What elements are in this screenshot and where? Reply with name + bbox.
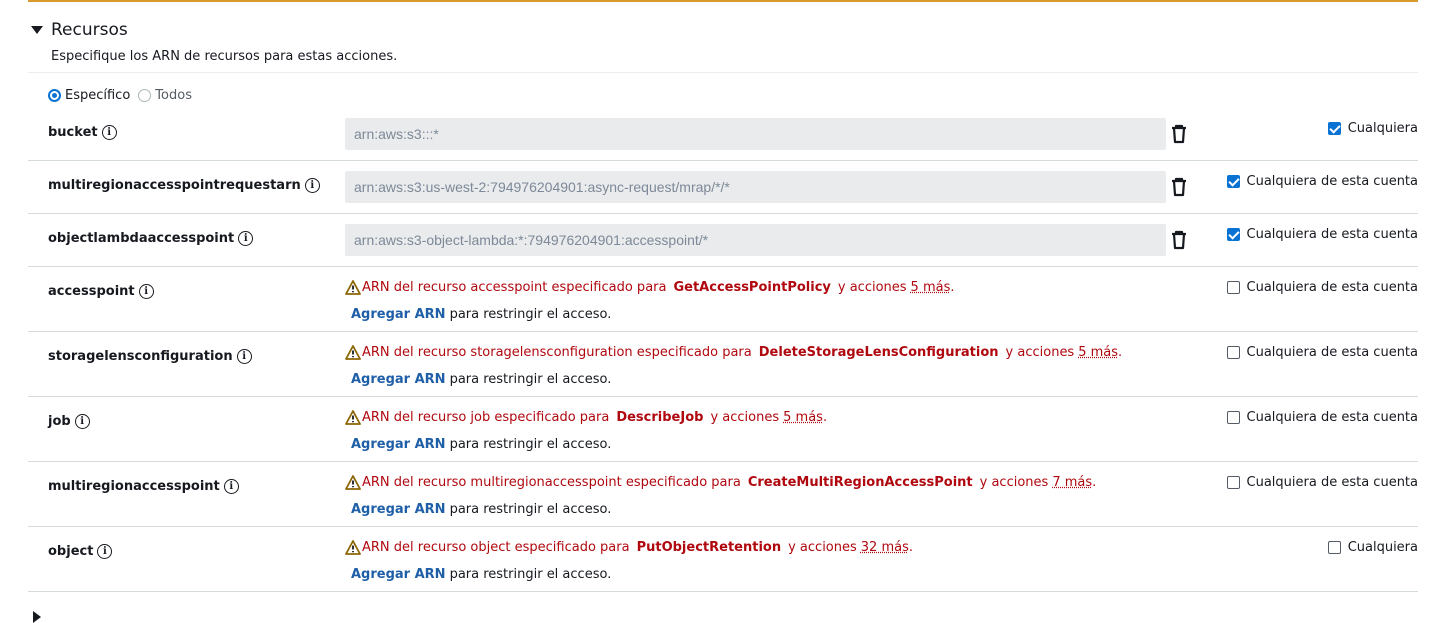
- trash-icon[interactable]: [1170, 124, 1188, 144]
- checkbox-unchecked-icon[interactable]: [1227, 281, 1240, 294]
- any-checkbox[interactable]: Cualquiera de esta cuenta: [1227, 174, 1418, 189]
- any-checkbox[interactable]: Cualquiera de esta cuenta: [1227, 410, 1418, 425]
- next-section-header[interactable]: [33, 611, 41, 623]
- resource-name: accesspoint i: [48, 284, 154, 299]
- warning-icon: [345, 540, 361, 555]
- add-arn-line: Agregar ARN para restringir el acceso.: [351, 437, 611, 452]
- add-arn-link[interactable]: Agregar ARN: [351, 437, 446, 452]
- resource-row-object: object i ARN del recurso object especifi…: [28, 527, 1418, 592]
- checkbox-unchecked-icon[interactable]: [1227, 346, 1240, 359]
- arn-input[interactable]: [345, 224, 1166, 256]
- info-icon[interactable]: i: [75, 414, 90, 429]
- resource-row-multiregionaccesspoint: multiregionaccesspoint i ARN del recurso…: [28, 462, 1418, 527]
- warning-icon: [345, 475, 361, 490]
- checkbox-unchecked-icon[interactable]: [1328, 541, 1341, 554]
- info-icon[interactable]: i: [305, 178, 320, 193]
- warning-action: DeleteStorageLensConfiguration: [759, 345, 999, 360]
- checkbox-checked-icon[interactable]: [1227, 175, 1240, 188]
- warning-message: ARN del recurso job especificado para De…: [345, 410, 827, 425]
- resource-row-multiregionaccesspointrequestarn: multiregionaccesspointrequestarn i Cualq…: [28, 161, 1418, 214]
- warning-action: CreateMultiRegionAccessPoint: [748, 475, 973, 490]
- add-arn-line: Agregar ARN para restringir el acceso.: [351, 372, 611, 387]
- warning-icon: [345, 410, 361, 425]
- radio-all[interactable]: Todos: [138, 88, 192, 103]
- any-label: Cualquiera de esta cuenta: [1247, 280, 1418, 295]
- add-arn-link[interactable]: Agregar ARN: [351, 307, 446, 322]
- arn-input[interactable]: [345, 118, 1166, 150]
- any-checkbox[interactable]: Cualquiera: [1328, 540, 1418, 555]
- caret-down-icon[interactable]: [31, 26, 43, 34]
- add-arn-line: Agregar ARN para restringir el acceso.: [351, 307, 611, 322]
- resource-row-job: job i ARN del recurso job especificado p…: [28, 397, 1418, 462]
- resource-name: bucket i: [48, 125, 117, 140]
- any-checkbox[interactable]: Cualquiera de esta cuenta: [1227, 280, 1418, 295]
- checkbox-checked-icon[interactable]: [1227, 228, 1240, 241]
- trash-icon[interactable]: [1170, 230, 1188, 250]
- add-arn-link[interactable]: Agregar ARN: [351, 502, 446, 517]
- add-arn-link[interactable]: Agregar ARN: [351, 567, 446, 582]
- warning-message: ARN del recurso object especificado para…: [345, 540, 913, 555]
- radio-unselected-icon[interactable]: [138, 89, 151, 102]
- info-icon[interactable]: i: [238, 231, 253, 246]
- resource-name: multiregionaccesspointrequestarn i: [48, 178, 320, 193]
- checkbox-unchecked-icon[interactable]: [1227, 476, 1240, 489]
- any-label: Cualquiera de esta cuenta: [1247, 475, 1418, 490]
- any-label: Cualquiera de esta cuenta: [1247, 174, 1418, 189]
- resource-row-objectlambdaaccesspoint: objectlambdaaccesspoint i Cualquiera de …: [28, 214, 1418, 267]
- section-description: Especifique los ARN de recursos para est…: [51, 49, 397, 64]
- more-actions-link[interactable]: 5 más: [783, 410, 823, 425]
- warning-message: ARN del recurso multiregionaccesspoint e…: [345, 475, 1096, 490]
- add-arn-link[interactable]: Agregar ARN: [351, 372, 446, 387]
- info-icon[interactable]: i: [237, 349, 252, 364]
- section-top-border: [28, 0, 1418, 2]
- trash-icon[interactable]: [1170, 177, 1188, 197]
- checkbox-unchecked-icon[interactable]: [1227, 411, 1240, 424]
- caret-right-icon[interactable]: [33, 611, 41, 623]
- any-label: Cualquiera de esta cuenta: [1247, 227, 1418, 242]
- resource-name: object i: [48, 544, 112, 559]
- more-actions-link[interactable]: 7 más: [1052, 475, 1092, 490]
- resource-row-accesspoint: accesspoint i ARN del recurso accesspoin…: [28, 267, 1418, 332]
- info-icon[interactable]: i: [224, 479, 239, 494]
- any-label: Cualquiera de esta cuenta: [1247, 410, 1418, 425]
- warning-message: ARN del recurso accesspoint especificado…: [345, 280, 955, 295]
- info-icon[interactable]: i: [139, 284, 154, 299]
- warning-message: ARN del recurso storagelensconfiguration…: [345, 345, 1122, 360]
- more-actions-link[interactable]: 5 más: [911, 280, 951, 295]
- warning-icon: [345, 280, 361, 295]
- any-checkbox[interactable]: Cualquiera: [1328, 121, 1418, 136]
- warning-action: GetAccessPointPolicy: [673, 280, 830, 295]
- radio-specific-label: Específico: [65, 88, 130, 103]
- divider: [28, 72, 1418, 73]
- more-actions-link[interactable]: 5 más: [1078, 345, 1118, 360]
- radio-selected-icon[interactable]: [48, 89, 61, 102]
- resources-section-header[interactable]: Recursos: [31, 20, 128, 40]
- any-label: Cualquiera de esta cuenta: [1247, 345, 1418, 360]
- resource-name: multiregionaccesspoint i: [48, 479, 239, 494]
- arn-input[interactable]: [345, 171, 1166, 203]
- info-icon[interactable]: i: [102, 125, 117, 140]
- resource-name: job i: [48, 414, 90, 429]
- checkbox-checked-icon[interactable]: [1328, 122, 1341, 135]
- any-checkbox[interactable]: Cualquiera de esta cuenta: [1227, 475, 1418, 490]
- warning-icon: [345, 345, 361, 360]
- resource-row-bucket: bucket i Cualquiera: [28, 108, 1418, 161]
- warning-action: PutObjectRetention: [637, 540, 782, 555]
- any-label: Cualquiera: [1348, 121, 1418, 136]
- section-title: Recursos: [51, 20, 128, 40]
- add-arn-line: Agregar ARN para restringir el acceso.: [351, 502, 611, 517]
- any-label: Cualquiera: [1348, 540, 1418, 555]
- info-icon[interactable]: i: [97, 544, 112, 559]
- add-arn-line: Agregar ARN para restringir el acceso.: [351, 567, 611, 582]
- warning-action: DescribeJob: [616, 410, 703, 425]
- resource-row-storagelensconfiguration: storagelensconfiguration i ARN del recur…: [28, 332, 1418, 397]
- any-checkbox[interactable]: Cualquiera de esta cuenta: [1227, 227, 1418, 242]
- radio-specific[interactable]: Específico: [48, 88, 130, 103]
- resource-name: storagelensconfiguration i: [48, 349, 252, 364]
- resource-name: objectlambdaaccesspoint i: [48, 231, 253, 246]
- scope-radio-group: Específico Todos: [48, 88, 192, 103]
- more-actions-link[interactable]: 32 más: [861, 540, 909, 555]
- radio-all-label: Todos: [155, 88, 192, 103]
- any-checkbox[interactable]: Cualquiera de esta cuenta: [1227, 345, 1418, 360]
